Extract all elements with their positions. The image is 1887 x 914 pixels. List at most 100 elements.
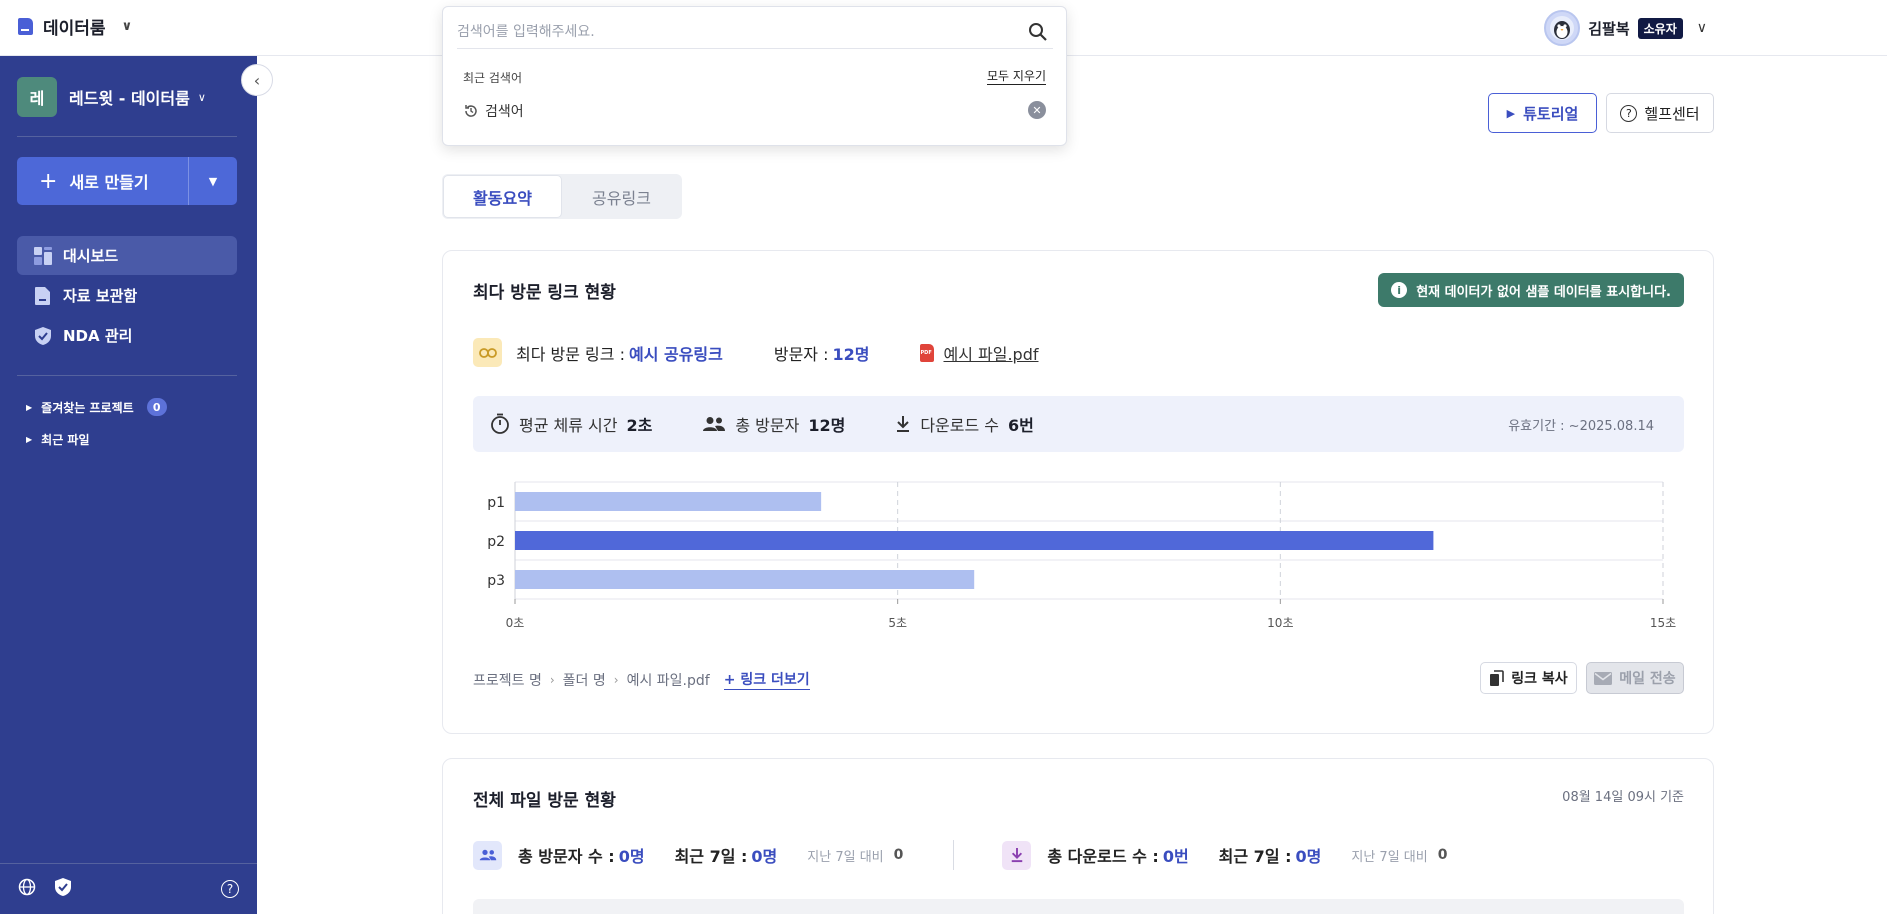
help-center-label: 헬프센터 <box>1644 104 1700 123</box>
penguin-avatar-icon <box>1550 16 1575 40</box>
sidebar-item-label: 자료 보관함 <box>63 287 138 305</box>
breadcrumb-project[interactable]: 프로젝트 명 <box>473 670 542 690</box>
visit-metrics-row: 총 방문자 수 : 0명 최근 7일 : 0명 지난 7일 대비 0 총 다운로… <box>473 840 1447 870</box>
recent-search-label: 검색어 <box>485 104 524 120</box>
downloads-stat: 다운로드 수 6번 <box>895 412 1034 436</box>
visitors-value: 12명 <box>832 344 870 364</box>
remove-recent-search-icon[interactable]: ✕ <box>1028 101 1046 119</box>
folder-icon <box>33 286 53 306</box>
chevron-right-icon: › <box>549 672 555 687</box>
sidebar-item-label: 대시보드 <box>63 247 119 265</box>
more-links-button[interactable]: + 링크 더보기 <box>723 669 810 690</box>
chevron-down-icon[interactable]: ∨ <box>1697 20 1707 36</box>
breadcrumb-file[interactable]: 예시 파일.pdf <box>627 670 710 690</box>
avatar <box>1544 10 1581 46</box>
chart-bar <box>515 570 975 589</box>
plus-icon: + <box>39 168 58 194</box>
compare-downloads-value: 0 <box>1437 847 1448 863</box>
divider <box>953 840 955 870</box>
user-name: 김팔복 <box>1588 19 1630 38</box>
validity-period: 유효기간 : ~2025.08.14 <box>1508 418 1654 434</box>
sidebar-nav: 대시보드 자료 보관함 NDA 관리 <box>17 236 237 356</box>
all-files-visit-card: 전체 파일 방문 현황 08월 14일 09시 기준 총 방문자 수 : 0명 … <box>442 758 1714 914</box>
total-visitors-stat: 총 방문자 12명 <box>702 412 845 436</box>
recent7-downloads-value: 0명 <box>1295 847 1322 866</box>
sidebar-item-archive[interactable]: 자료 보관함 <box>17 276 237 315</box>
caret-down-icon: ▼ <box>208 174 218 188</box>
caret-right-icon: ▶ <box>26 435 33 444</box>
workspace-switcher[interactable]: 레 레드윗 - 데이터룸 ∨ <box>17 77 206 117</box>
compare-visitors-value: 0 <box>893 847 904 863</box>
favorites-section[interactable]: ▶ 즐겨찾는 프로젝트 0 <box>26 398 167 416</box>
new-create-dropdown[interactable]: ▼ <box>189 157 237 205</box>
send-mail-label: 메일 전송 <box>1619 671 1676 687</box>
copy-link-button[interactable]: 링크 복사 <box>1480 662 1577 694</box>
total-downloads-label: 총 다운로드 수 : <box>1047 847 1159 866</box>
chevron-right-icon: › <box>613 672 619 687</box>
brand-switcher[interactable]: 데이터룸 ∨ <box>18 14 132 39</box>
breadcrumb-folder[interactable]: 폴더 명 <box>563 670 606 690</box>
recent7-label: 최근 7일 : <box>1218 847 1292 866</box>
total-visitors-label: 총 방문자 <box>735 416 800 435</box>
avg-stay-value: 2초 <box>626 416 653 435</box>
chart-category-label: p1 <box>487 495 505 511</box>
compare-label: 지난 7일 대비 <box>807 849 884 865</box>
chart-area-header <box>473 899 1684 914</box>
chart-x-tick-label: 5초 <box>888 616 907 630</box>
workspace-logo: 레 <box>17 77 57 117</box>
security-shield-icon[interactable] <box>54 877 72 902</box>
favorites-count-badge: 0 <box>146 398 167 416</box>
sidebar-item-nda[interactable]: NDA 관리 <box>17 316 237 355</box>
new-create-label: 새로 만들기 <box>69 173 149 192</box>
recent7-visitors-value: 0명 <box>751 847 778 866</box>
top-visited-link-card: 최다 방문 링크 현황 i 현재 데이터가 없어 샘플 데이터를 표시합니다. … <box>442 250 1714 734</box>
downloads-value: 6번 <box>1008 416 1034 435</box>
workspace-name: 레드윗 - 데이터룸 <box>69 89 190 108</box>
new-create-button[interactable]: + 새로 만들기 <box>17 157 189 205</box>
search-input[interactable] <box>457 15 1053 49</box>
more-links-label: 링크 더보기 <box>740 672 810 688</box>
as-of-timestamp: 08월 14일 09시 기준 <box>1562 790 1684 805</box>
help-center-button[interactable]: ? 헬프센터 <box>1606 93 1714 133</box>
globe-icon[interactable] <box>18 878 36 901</box>
top-link-row: 최다 방문 링크 : 예시 공유링크 방문자 : 12명 예시 파일.pdf <box>473 338 1039 367</box>
chart-category-label: p2 <box>487 534 505 550</box>
chart-bar <box>515 531 1434 550</box>
info-icon: i <box>1391 282 1408 298</box>
downloads-label: 다운로드 수 <box>920 416 1000 435</box>
pdf-file-icon <box>919 343 934 362</box>
tab-activity-summary[interactable]: 활동요약 <box>443 175 562 218</box>
people-icon <box>703 417 726 431</box>
file-link[interactable]: 예시 파일.pdf <box>944 341 1039 365</box>
total-downloads-value: 0번 <box>1162 847 1189 866</box>
people-icon <box>473 840 502 870</box>
sidebar-item-label: NDA 관리 <box>63 327 133 345</box>
download-icon <box>897 416 910 432</box>
play-icon: ▶ <box>1506 106 1516 120</box>
caret-right-icon: ▶ <box>26 402 33 412</box>
recent-search-item[interactable]: 검색어 <box>463 101 524 121</box>
favorites-label: 즐겨찾는 프로젝트 <box>41 400 134 415</box>
copy-link-label: 링크 복사 <box>1511 671 1568 687</box>
chart-x-tick-label: 0초 <box>506 616 525 630</box>
total-visitors-value: 12명 <box>808 416 846 435</box>
search-icon[interactable] <box>1028 22 1048 42</box>
tab-shared-links[interactable]: 공유링크 <box>562 175 681 218</box>
user-menu[interactable]: 김팔복 소유자 ∨ <box>1544 10 1707 46</box>
help-icon[interactable]: ? <box>221 880 239 898</box>
link-stats-bar: 평균 체류 시간 2초 총 방문자 12명 다운로드 수 6번 유효기간 : ~… <box>473 396 1684 452</box>
sidebar-item-dashboard[interactable]: 대시보드 <box>17 236 237 275</box>
search-popover: 최근 검색어 모두 지우기 검색어 ✕ <box>442 6 1067 146</box>
tutorial-button[interactable]: ▶ 튜토리얼 <box>1488 93 1597 133</box>
clear-all-button[interactable]: 모두 지우기 <box>986 67 1046 85</box>
sidebar-collapse-button[interactable]: ‹ <box>241 64 273 96</box>
send-mail-button[interactable]: 메일 전송 <box>1586 662 1684 694</box>
top-link-value[interactable]: 예시 공유링크 <box>629 341 723 365</box>
sidebar: 레 레드윗 - 데이터룸 ∨ + 새로 만들기 ▼ 대시보드 자료 보관함 ND… <box>0 56 257 914</box>
chart-x-tick-label: 15초 <box>1650 616 1676 630</box>
chart-bar <box>515 492 822 511</box>
card-title: 최다 방문 링크 현황 <box>473 283 616 303</box>
recent-files-section[interactable]: ▶ 최근 파일 <box>26 431 90 448</box>
tutorial-label: 튜토리얼 <box>1523 104 1579 123</box>
copy-icon <box>1490 669 1505 686</box>
